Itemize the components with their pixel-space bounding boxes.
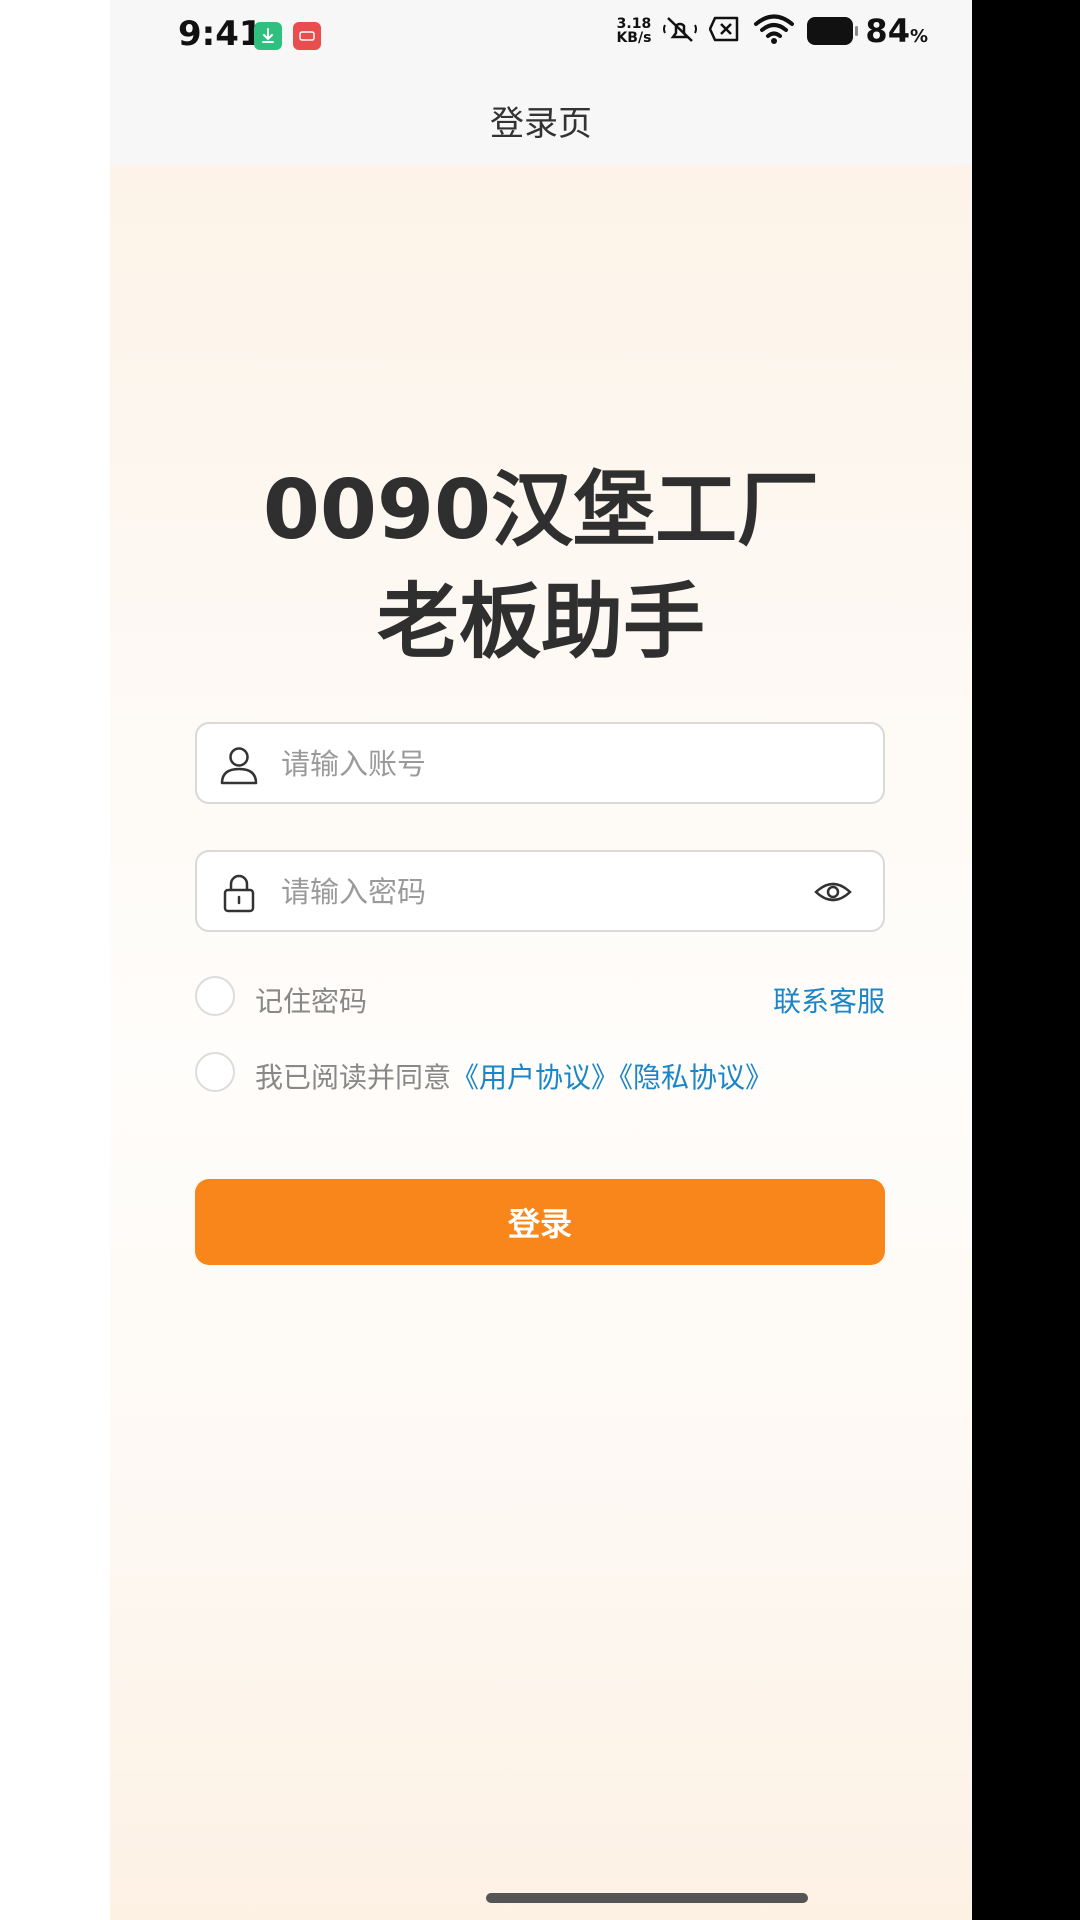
net-speed-value: 3.18 [616,16,652,32]
agreement-text: 我已阅读并同意《用户协议》《隐私协议》 [255,1056,773,1096]
phone-screen: 9:41 3.18 KB/s 84% 登录页 0090汉堡工厂 老板助手 请输入… [110,0,972,1920]
status-right: 3.18 KB/s 84% [616,12,928,50]
right-margin [972,0,1080,1920]
agree-prefix: 我已阅读并同意 [255,1061,452,1094]
wifi-icon [753,14,795,48]
left-margin [0,0,110,1920]
sim-off-icon [709,16,741,46]
battery-percent-value: 84 [865,12,910,50]
home-indicator[interactable] [486,1893,808,1903]
account-input[interactable] [279,724,803,804]
remember-row: 记住密码 联系客服 [195,976,885,1020]
account-field[interactable] [195,722,885,804]
password-input[interactable] [279,852,803,932]
agreement-row: 我已阅读并同意《用户协议》《隐私协议》 [195,1052,885,1096]
remember-password-radio[interactable] [195,976,235,1016]
password-field[interactable] [195,850,885,932]
net-speed-unit: KB/s [616,30,652,46]
page-title: 登录页 [490,104,592,144]
user-agreement-link[interactable]: 《用户协议》 [451,1061,619,1094]
app-title-line2: 老板助手 [376,575,705,670]
contact-support-link[interactable]: 联系客服 [773,980,885,1020]
net-speed: 3.18 KB/s [616,17,651,45]
app-title-line1: 0090汉堡工厂 [262,463,820,558]
mute-icon [663,13,698,49]
user-icon [217,743,261,787]
lock-icon [217,871,261,915]
battery-percent: 84% [865,12,928,50]
top-bar: 9:41 3.18 KB/s 84% 登录页 [110,0,972,165]
remember-password-label[interactable]: 记住密码 [255,980,367,1020]
privacy-agreement-link[interactable]: 《隐私协议》 [619,1061,773,1094]
status-time: 9:41 [178,14,263,54]
red-app-icon [293,22,321,50]
agree-terms-radio[interactable] [195,1052,235,1092]
battery-icon [807,17,859,45]
download-app-icon [254,22,282,50]
login-button[interactable]: 登录 [195,1179,885,1265]
eye-icon[interactable] [813,874,853,910]
battery-percent-unit: % [909,26,928,47]
